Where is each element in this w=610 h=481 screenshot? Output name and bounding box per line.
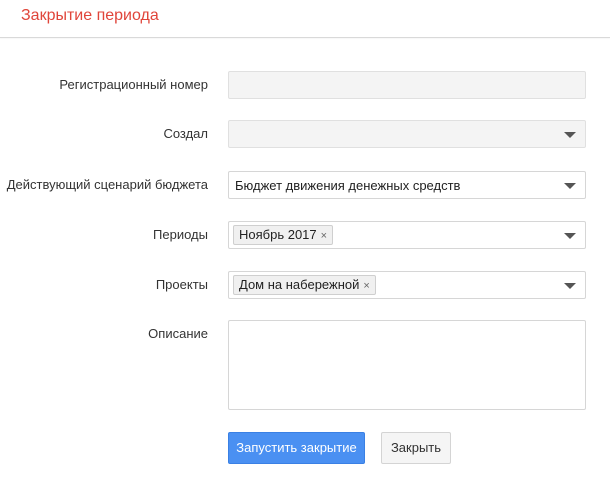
page-header: Закрытие периода [0,0,610,38]
periods-select[interactable]: Ноябрь 2017 × [228,221,586,249]
registration-number-label: Регистрационный номер [59,77,208,92]
close-button[interactable]: Закрыть [381,432,451,464]
period-tag-label: Ноябрь 2017 [239,227,317,242]
description-textarea[interactable] [228,320,586,410]
chevron-down-icon[interactable] [564,283,576,289]
period-tag: Ноябрь 2017 × [233,225,334,245]
created-by-select [228,120,586,148]
periods-label: Периоды [153,227,208,242]
budget-scenario-value: Бюджет движения денежных средств [235,178,461,193]
created-by-label: Создал [163,126,208,141]
project-tag: Дом на набережной × [233,275,376,295]
projects-label: Проекты [155,277,208,292]
description-label: Описание [148,326,208,341]
start-close-button[interactable]: Запустить закрытие [228,432,365,464]
chevron-down-icon[interactable] [564,233,576,239]
project-tag-label: Дом на набережной [239,277,360,292]
projects-select[interactable]: Дом на набережной × [228,271,586,299]
chevron-down-icon[interactable] [564,183,576,189]
tag-remove-icon[interactable]: × [363,277,369,295]
registration-number-field [228,71,586,99]
page-title: Закрытие периода [21,7,159,24]
chevron-down-icon [564,132,576,138]
tag-remove-icon[interactable]: × [321,227,327,245]
budget-scenario-label: Действующий сценарий бюджета [6,177,208,192]
budget-scenario-select[interactable]: Бюджет движения денежных средств [228,171,586,199]
